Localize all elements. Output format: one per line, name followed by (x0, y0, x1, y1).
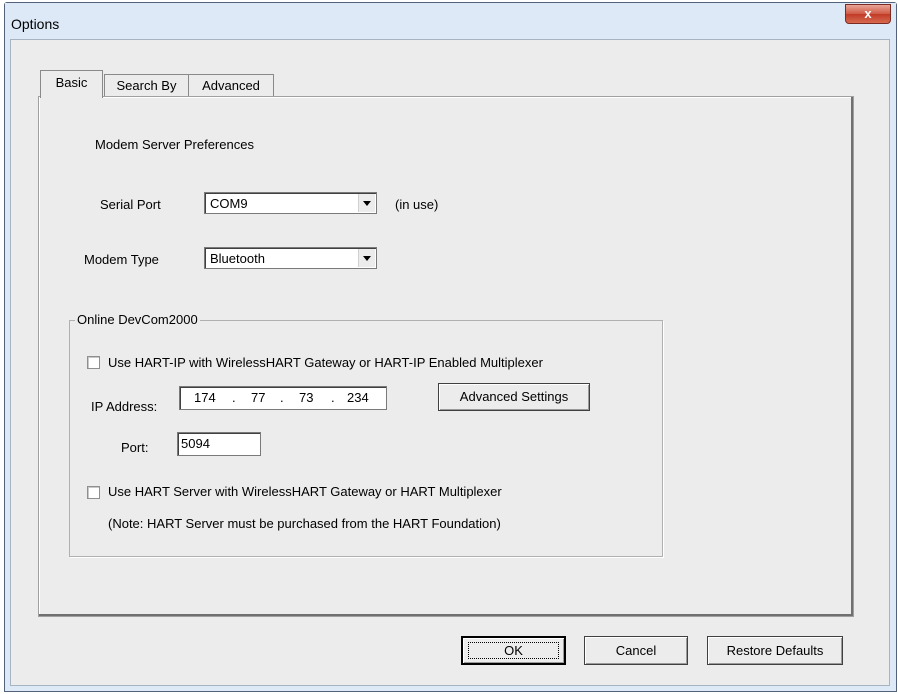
ip-address-label: IP Address: (91, 399, 158, 414)
serial-port-label: Serial Port (100, 197, 161, 212)
ip-address-field[interactable]: 174 . 77 . 73 . 234 (179, 386, 387, 410)
serial-port-value: COM9 (210, 196, 248, 211)
ip-dot-1: . (232, 390, 236, 405)
hart-ip-checkbox-label: Use HART-IP with WirelessHART Gateway or… (108, 355, 543, 370)
tab-advanced[interactable]: Advanced (188, 74, 274, 98)
hart-server-note: (Note: HART Server must be purchased fro… (108, 516, 501, 531)
section-title: Modem Server Preferences (95, 137, 254, 152)
ip-octet-3: 73 (299, 390, 314, 405)
dialog-client-area: Basic Search By Advanced Modem Server Pr… (10, 39, 890, 686)
advanced-settings-label: Advanced Settings (459, 389, 569, 404)
serial-port-status: (in use) (395, 197, 439, 212)
tab-advanced-label: Advanced (202, 78, 260, 93)
ip-dot-3: . (331, 390, 335, 405)
modem-type-select[interactable]: Bluetooth (204, 247, 377, 269)
advanced-settings-button[interactable]: Advanced Settings (438, 383, 590, 411)
options-dialog: Options x Basic Search By Advanced Modem… (4, 2, 897, 692)
port-value: 5094 (181, 436, 210, 451)
ip-octet-2: 77 (251, 390, 266, 405)
port-input[interactable]: 5094 (177, 432, 261, 456)
cancel-button[interactable]: Cancel (584, 636, 688, 665)
ok-button[interactable]: OK (461, 636, 566, 665)
online-devcom-title: Online DevCom2000 (75, 312, 200, 327)
chevron-down-icon[interactable] (358, 249, 375, 267)
hart-server-checkbox-label: Use HART Server with WirelessHART Gatewa… (108, 484, 502, 499)
tab-basic[interactable]: Basic (40, 70, 103, 98)
ip-octet-1: 174 (194, 390, 216, 405)
window-title: Options (11, 16, 60, 32)
port-label: Port: (121, 440, 149, 455)
modem-type-label: Modem Type (84, 252, 159, 267)
modem-type-value: Bluetooth (210, 251, 265, 266)
cancel-button-label: Cancel (615, 643, 657, 658)
serial-port-select[interactable]: COM9 (204, 192, 377, 214)
tab-search-by-label: Search By (116, 78, 177, 93)
focus-rectangle (468, 642, 559, 659)
title-bar[interactable]: Options x (5, 3, 896, 39)
close-button[interactable]: x (845, 4, 891, 24)
tab-search-by[interactable]: Search By (104, 74, 189, 98)
hart-ip-checkbox[interactable] (87, 356, 100, 369)
restore-defaults-label: Restore Defaults (726, 643, 824, 658)
tab-basic-label: Basic (55, 75, 88, 90)
restore-defaults-button[interactable]: Restore Defaults (707, 636, 843, 665)
ip-dot-2: . (280, 390, 284, 405)
hart-server-checkbox[interactable] (87, 486, 100, 499)
close-icon: x (864, 6, 872, 21)
chevron-down-icon[interactable] (358, 194, 375, 212)
ip-octet-4: 234 (347, 390, 369, 405)
